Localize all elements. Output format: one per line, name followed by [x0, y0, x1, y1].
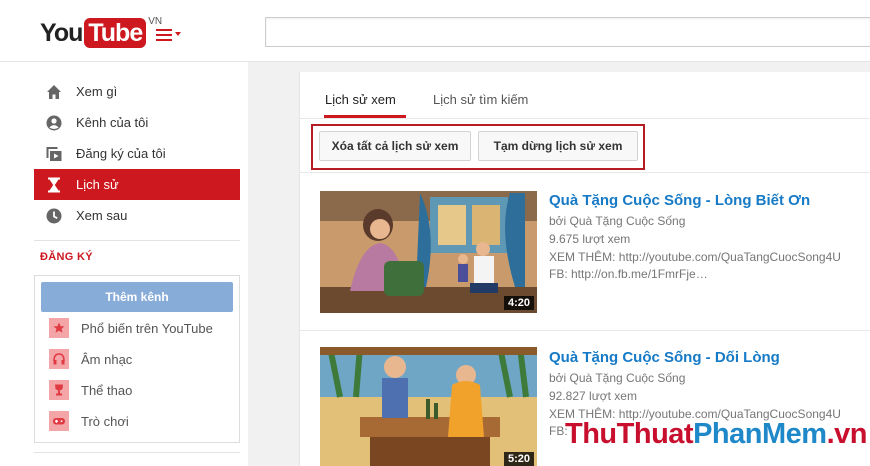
- guide-sidebar: Xem gì Kênh của tôi Đăng ký của tôi Lịch…: [0, 62, 248, 466]
- tab-search-history[interactable]: Lịch sử tìm kiếm: [433, 92, 528, 114]
- watermark-part: .vn: [826, 418, 868, 450]
- sidebar-item-subscriptions[interactable]: Đăng ký của tôi: [34, 138, 240, 169]
- section-divider: [299, 172, 870, 173]
- video-description-line: XEM THÊM: http://youtube.com/QuaTangCuoc…: [549, 250, 841, 264]
- video-thumbnail[interactable]: 5:20: [320, 347, 537, 466]
- video-title[interactable]: Quà Tặng Cuộc Sống - Dối Lòng: [549, 349, 780, 366]
- subscriptions-box: Thêm kênh Phổ biến trên YouTube Âm nhạc …: [34, 275, 240, 443]
- chevron-down-icon: [175, 32, 181, 36]
- video-views: 9.675 lượt xem: [549, 232, 631, 246]
- channel-item-gaming[interactable]: Trò chơi: [49, 410, 129, 432]
- watermark-part: PhanMem: [693, 418, 827, 450]
- channel-label: Âm nhạc: [81, 351, 133, 367]
- channel-item-sports[interactable]: Thể thao: [49, 379, 132, 401]
- section-divider: [299, 330, 870, 331]
- logo-tube-text: Tube: [84, 18, 147, 48]
- watermark: ThuThuatPhanMem.vn: [565, 418, 867, 451]
- tab-divider: [299, 118, 870, 119]
- sidebar-item-what-to-watch[interactable]: Xem gì: [34, 76, 240, 107]
- channel-label: Thể thao: [81, 382, 133, 398]
- pause-history-button[interactable]: Tạm dừng lịch sử xem: [478, 131, 638, 161]
- gamepad-icon: [49, 411, 69, 431]
- sidebar-item-label: Đăng ký của tôi: [76, 146, 166, 161]
- clock-icon: [46, 208, 62, 224]
- sidebar-divider: [34, 240, 240, 241]
- video-title[interactable]: Quà Tặng Cuộc Sống - Lòng Biết Ơn: [549, 192, 810, 209]
- channel-item-popular[interactable]: Phổ biến trên YouTube: [49, 317, 213, 339]
- video-views: 92.827 lượt xem: [549, 389, 637, 403]
- sidebar-item-label: Kênh của tôi: [76, 115, 149, 130]
- subscriptions-section-title: ĐĂNG KÝ: [40, 251, 93, 263]
- sidebar-item-label: Xem sau: [76, 208, 128, 223]
- watermark-part: ThuThuat: [565, 418, 694, 450]
- channel-label: Phổ biến trên YouTube: [81, 320, 213, 336]
- clear-all-history-button[interactable]: Xóa tất cả lịch sử xem: [319, 131, 471, 161]
- video-duration: 5:20: [503, 452, 534, 466]
- add-channel-button[interactable]: Thêm kênh: [41, 282, 233, 312]
- sidebar-item-watch-later[interactable]: Xem sau: [34, 200, 240, 231]
- sidebar-divider: [34, 452, 240, 453]
- home-icon: [46, 84, 62, 100]
- star-icon: [49, 318, 69, 338]
- search-input[interactable]: [265, 17, 870, 47]
- video-channel[interactable]: bởi Quà Tặng Cuộc Sống: [549, 214, 870, 228]
- video-channel[interactable]: bởi Quà Tặng Cuộc Sống: [549, 371, 870, 385]
- logo-you-text: You: [40, 19, 83, 47]
- trophy-icon: [49, 380, 69, 400]
- sidebar-item-history[interactable]: Lịch sử: [34, 169, 240, 200]
- thumbnail-image: [320, 191, 537, 313]
- sidebar-item-my-channel[interactable]: Kênh của tôi: [34, 107, 240, 138]
- hourglass-icon: [46, 177, 62, 193]
- tab-watch-history[interactable]: Lịch sử xem: [325, 92, 396, 114]
- video-thumbnail[interactable]: 4:20: [320, 191, 537, 313]
- subscriptions-icon: [46, 146, 62, 162]
- channel-item-music[interactable]: Âm nhạc: [49, 348, 132, 370]
- masthead: You Tube VN: [0, 0, 870, 62]
- sidebar-item-label: Lịch sử: [76, 177, 119, 192]
- user-icon: [46, 115, 62, 131]
- youtube-logo[interactable]: You Tube VN: [40, 16, 162, 48]
- menu-icon: [156, 29, 172, 31]
- sidebar-item-label: Xem gì: [76, 84, 118, 99]
- guide-menu-button[interactable]: [156, 26, 184, 42]
- headphones-icon: [49, 349, 69, 369]
- thumbnail-image: [320, 347, 537, 466]
- channel-label: Trò chơi: [81, 413, 129, 429]
- video-duration: 4:20: [503, 296, 534, 310]
- video-description-line: FB: http://on.fb.me/1FmrFje…: [549, 267, 708, 281]
